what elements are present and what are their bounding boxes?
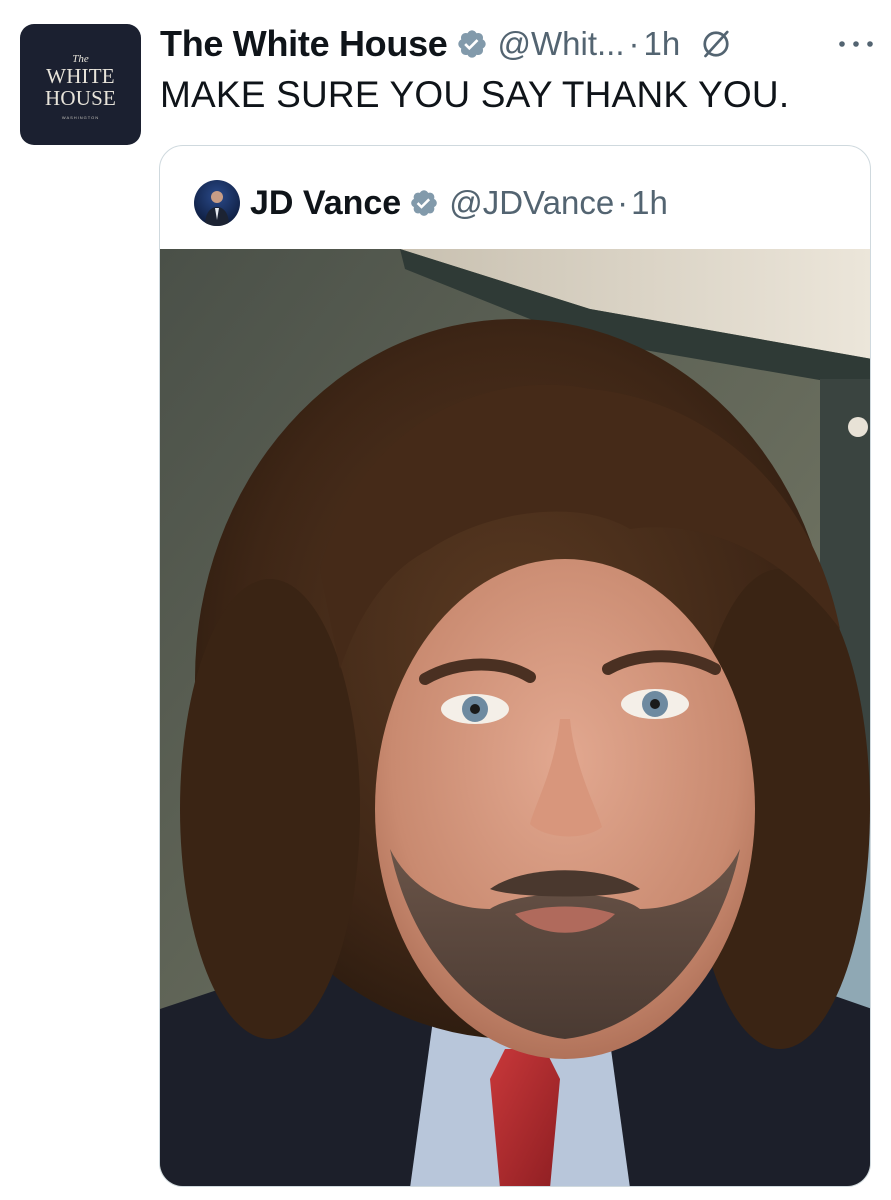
- author-name[interactable]: The White House: [160, 23, 448, 65]
- grok-icon[interactable]: [698, 26, 734, 62]
- verified-badge-icon: [457, 30, 486, 58]
- quoted-post-time[interactable]: 1h: [631, 184, 668, 222]
- post-header: The White House @Whit... · 1h: [160, 22, 880, 66]
- post-time[interactable]: 1h: [644, 25, 681, 63]
- avatar-text-the: The: [72, 52, 89, 65]
- quoted-tweet-photo[interactable]: [160, 249, 871, 1187]
- separator-dot: ·: [628, 25, 640, 62]
- avatar-text-house: HOUSE: [44, 85, 116, 110]
- post-text: MAKE SURE YOU SAY THANK YOU.: [160, 74, 790, 115]
- quoted-tweet-header: JD Vance @JDVance · 1h: [194, 180, 668, 226]
- separator-dot: ·: [617, 184, 629, 221]
- avatar-text-white: WHITE: [46, 63, 115, 88]
- verified-badge-icon: [411, 190, 438, 216]
- quoted-author-name[interactable]: JD Vance: [250, 184, 401, 223]
- quoted-tweet-card[interactable]: JD Vance @JDVance · 1h: [159, 145, 871, 1187]
- more-icon[interactable]: [836, 38, 876, 50]
- author-avatar[interactable]: The WHITE HOUSE WASHINGTON: [20, 24, 141, 145]
- tweet: The WHITE HOUSE WASHINGTON The White Hou…: [0, 0, 891, 1200]
- quoted-author-handle[interactable]: @JDVance: [449, 184, 614, 222]
- author-handle[interactable]: @Whit...: [498, 25, 625, 63]
- quoted-author-avatar[interactable]: [194, 180, 240, 226]
- avatar-text-washington: WASHINGTON: [61, 114, 100, 120]
